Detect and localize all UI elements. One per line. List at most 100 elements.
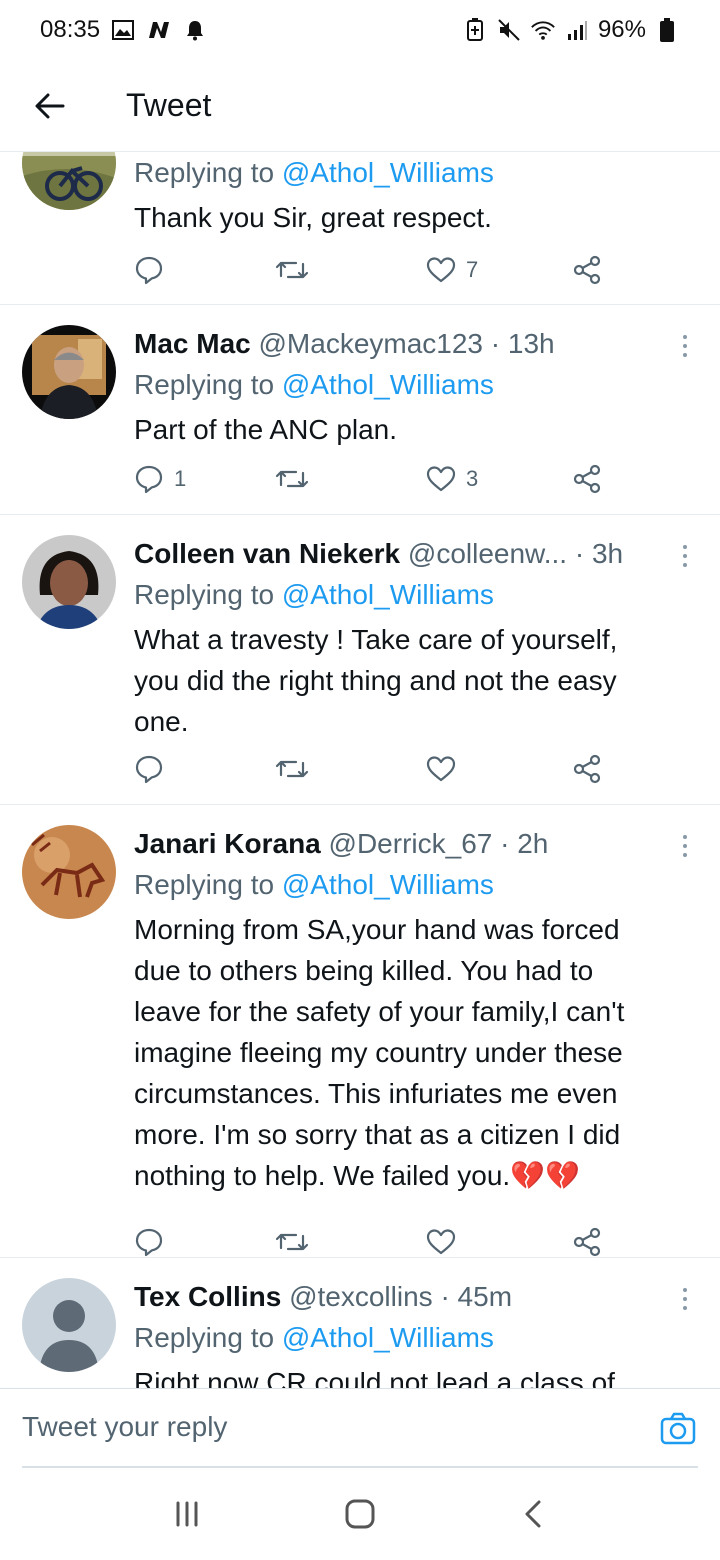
author-name[interactable]: Tex Collins — [134, 1281, 281, 1312]
share-button[interactable] — [572, 1222, 602, 1262]
mention-link[interactable]: @Athol_Williams — [282, 157, 494, 188]
mention-link[interactable]: @Athol_Williams — [282, 1322, 494, 1353]
tweet-text-line: Thank you Sir, great respect. — [134, 202, 492, 233]
like-count: 7 — [466, 257, 479, 282]
replying-to: Replying to @Athol_Williams — [134, 364, 680, 405]
author-handle[interactable]: @Derrick_67 — [329, 828, 493, 859]
more-vertical-icon — [683, 335, 687, 339]
tweet-card[interactable]: Janari Korana @Derrick_67 · 2h Replying … — [0, 805, 720, 1258]
comment-icon — [135, 465, 163, 494]
like-button[interactable] — [426, 1222, 466, 1262]
avatar[interactable] — [22, 152, 116, 210]
camera-icon — [660, 1412, 696, 1445]
author-handle[interactable]: @texcollins — [289, 1281, 433, 1312]
tweet-card[interactable]: Colleen van Niekerk @colleenw... · 3h Re… — [0, 515, 720, 805]
mention-link[interactable]: @Athol_Williams — [282, 579, 494, 610]
gallery-icon — [110, 17, 136, 43]
reply-button[interactable] — [134, 250, 174, 290]
reply-feed: Replying to @Athol_Williams Thank you Si… — [0, 152, 720, 1388]
tweet-card[interactable]: Tex Collins @texcollins · 45m Replying t… — [0, 1258, 720, 1388]
camera-button[interactable] — [660, 1411, 696, 1447]
home-button[interactable] — [340, 1494, 380, 1534]
tweet-actions: 1 3 — [134, 459, 614, 499]
share-icon — [573, 255, 601, 285]
tweet-actions — [134, 749, 614, 789]
system-nav-bar — [0, 1468, 720, 1560]
more-vertical-icon — [683, 835, 687, 839]
avatar[interactable] — [22, 535, 116, 629]
share-button[interactable] — [572, 250, 602, 290]
reply-count: 1 — [174, 466, 187, 491]
tweet-time: · 3h — [574, 538, 624, 569]
recent-apps-button[interactable] — [167, 1494, 207, 1534]
mute-icon — [496, 17, 522, 43]
author-name[interactable]: Janari Korana — [134, 828, 321, 859]
share-button[interactable] — [572, 459, 602, 499]
more-vertical-icon — [683, 1288, 687, 1292]
like-count: 3 — [466, 466, 479, 491]
share-icon — [573, 754, 601, 784]
tweet-text-line: leave for the safety of your family,I ca… — [134, 996, 625, 1027]
share-button[interactable] — [572, 749, 602, 789]
mention-link[interactable]: @Athol_Williams — [282, 869, 494, 900]
like-button[interactable] — [426, 749, 466, 789]
tweet-text-line: imagine fleeing my country under these — [134, 1037, 623, 1068]
like-button[interactable]: 3 — [426, 459, 478, 499]
tweet-text-line: circumstances. This infuriates me even — [134, 1078, 618, 1109]
recent-apps-icon — [176, 1501, 198, 1527]
reply-composer: Tweet your reply — [0, 1388, 720, 1468]
reply-button[interactable] — [134, 749, 174, 789]
back-button[interactable] — [20, 76, 80, 136]
retweet-button[interactable] — [276, 459, 308, 499]
comment-icon — [135, 755, 163, 784]
avatar[interactable] — [22, 825, 116, 919]
tweet-time: · 45m — [440, 1281, 513, 1312]
tweet-card[interactable]: Replying to @Athol_Williams Thank you Si… — [0, 152, 720, 305]
reply-button[interactable] — [134, 1222, 174, 1262]
author-handle[interactable]: @Mackeymac123 — [259, 328, 484, 359]
tweet-text: Right now CR could not lead a class of — [134, 1362, 680, 1388]
like-button[interactable]: 7 — [426, 250, 478, 290]
replying-to: Replying to @Athol_Williams — [134, 864, 680, 905]
replying-to-label: Replying to — [134, 579, 275, 610]
avatar[interactable] — [22, 325, 116, 419]
reply-button[interactable]: 1 — [134, 459, 186, 499]
tweet-text: Part of the ANC plan. — [134, 409, 680, 450]
author-name[interactable]: Colleen van Niekerk — [134, 538, 400, 569]
mention-link[interactable]: @Athol_Williams — [282, 369, 494, 400]
retweet-icon — [276, 1233, 308, 1251]
retweet-icon — [276, 470, 308, 488]
author-handle[interactable]: @colleenw... — [408, 538, 567, 569]
status-time: 08:35 — [40, 16, 101, 43]
tweet-actions: 7 — [134, 250, 614, 290]
tweet-author-line: Colleen van Niekerk @colleenw... · 3h — [134, 533, 680, 574]
tweet-actions — [134, 1222, 614, 1262]
tweet-text-line: Part of the ANC plan. — [134, 414, 398, 445]
heart-icon — [426, 1229, 456, 1255]
tweet-text: Thank you Sir, great respect. — [134, 197, 680, 238]
tweet-text-line: Morning from SA,your hand was forced — [134, 914, 620, 945]
more-options-button[interactable] — [680, 335, 690, 357]
reply-input[interactable]: Tweet your reply — [22, 1411, 227, 1443]
author-name[interactable]: Mac Mac — [134, 328, 251, 359]
tweet-card[interactable]: Mac Mac @Mackeymac123 · 13h Replying to … — [0, 305, 720, 515]
replying-to: Replying to @Athol_Williams — [134, 152, 680, 193]
tweet-author-line: Janari Korana @Derrick_67 · 2h — [134, 823, 680, 864]
retweet-button[interactable] — [276, 250, 308, 290]
battery-saver-icon — [462, 17, 488, 43]
replying-to: Replying to @Athol_Williams — [134, 574, 680, 615]
tweet-text-line: What a travesty ! Take care of yourself, — [134, 624, 618, 655]
more-options-button[interactable] — [680, 835, 690, 857]
back-nav-button[interactable] — [513, 1494, 553, 1534]
avatar[interactable] — [22, 1278, 116, 1372]
retweet-button[interactable] — [276, 1222, 308, 1262]
retweet-button[interactable] — [276, 749, 308, 789]
more-options-button[interactable] — [680, 545, 690, 567]
more-options-button[interactable] — [680, 1288, 690, 1310]
heart-icon — [426, 756, 456, 782]
share-icon — [573, 464, 601, 494]
tweet-time: · 13h — [490, 328, 555, 359]
more-vertical-icon — [683, 545, 687, 549]
arrow-left-icon — [35, 93, 65, 118]
page-title: Tweet — [126, 87, 212, 123]
